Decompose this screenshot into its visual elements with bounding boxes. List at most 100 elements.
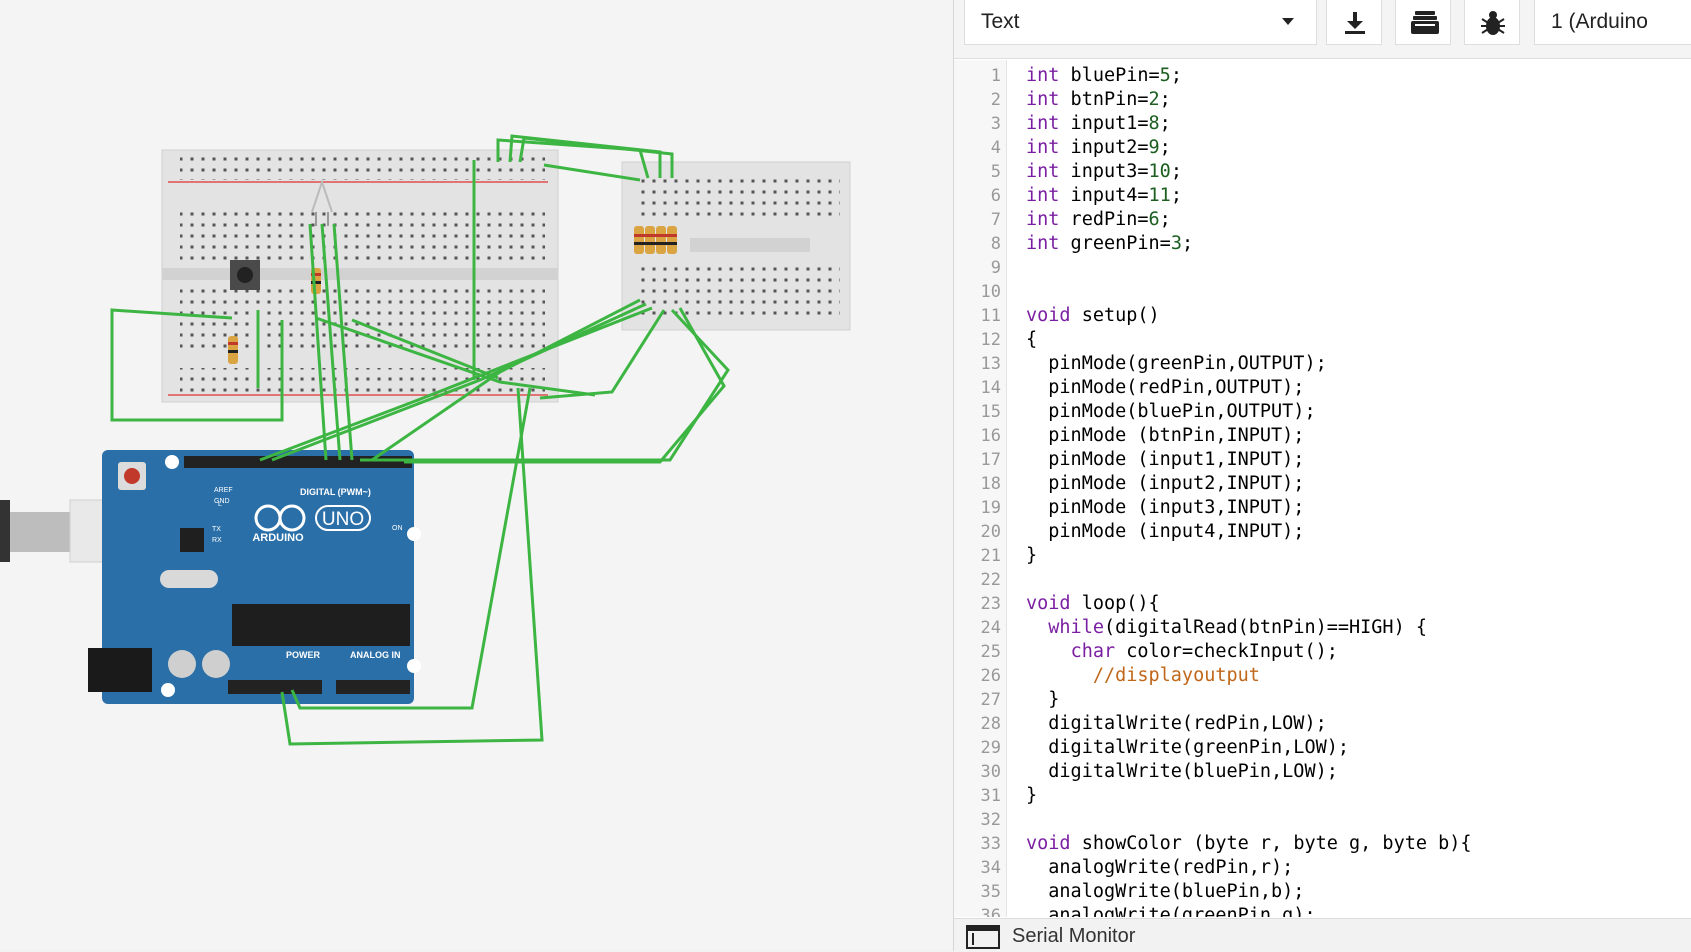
line-number: 8 bbox=[990, 234, 1001, 254]
line-number: 3 bbox=[990, 114, 1001, 134]
resistor[interactable] bbox=[228, 336, 238, 364]
libraries-button[interactable] bbox=[1395, 0, 1451, 45]
line-number: 20 bbox=[980, 522, 1001, 542]
code-text: digitalWrite(redPin,LOW); bbox=[1026, 713, 1327, 734]
circuit-drawing[interactable]: UNO ARDUINO DIGITAL (PWM~) POWER ANALOG … bbox=[0, 0, 953, 951]
code-line[interactable]: 16 pinMode (btnPin,INPUT); bbox=[954, 424, 1691, 448]
code-text: pinMode (btnPin,INPUT); bbox=[1026, 425, 1305, 446]
code-text: int input4=11; bbox=[1026, 185, 1182, 206]
line-number: 6 bbox=[990, 186, 1001, 206]
code-line[interactable]: 2 int btnPin=2; bbox=[954, 88, 1691, 112]
code-line[interactable]: 34 analogWrite(redPin,r); bbox=[954, 856, 1691, 880]
l-led-label: L bbox=[218, 501, 222, 508]
code-line[interactable]: 9 bbox=[954, 256, 1691, 280]
code-line[interactable]: 8 int greenPin=3; bbox=[954, 232, 1691, 256]
code-text: digitalWrite(greenPin,LOW); bbox=[1026, 737, 1350, 758]
code-line[interactable]: 23 void loop(){ bbox=[954, 592, 1691, 616]
code-line[interactable]: 1 int bluePin=5; bbox=[954, 64, 1691, 88]
editor-mode-select[interactable]: Text bbox=[964, 0, 1317, 45]
line-number: 25 bbox=[980, 642, 1001, 662]
code-text: while(digitalRead(btnPin)==HIGH) { bbox=[1048, 617, 1427, 638]
push-button[interactable] bbox=[230, 260, 260, 290]
code-line[interactable]: 29 digitalWrite(greenPin,LOW); bbox=[954, 736, 1691, 760]
serial-monitor-bar[interactable]: Serial Monitor bbox=[954, 918, 1691, 952]
line-number: 34 bbox=[980, 858, 1001, 878]
code-line[interactable]: 35 analogWrite(bluePin,b); bbox=[954, 880, 1691, 904]
debugger-button[interactable] bbox=[1464, 0, 1520, 45]
line-number: 16 bbox=[980, 426, 1001, 446]
code-line[interactable]: 11 void setup() bbox=[954, 304, 1691, 328]
tx-label: TX bbox=[212, 526, 221, 533]
code-line[interactable]: 31} bbox=[954, 784, 1691, 808]
code-line[interactable]: 21} bbox=[954, 544, 1691, 568]
code-line[interactable]: 26 //displayoutput bbox=[954, 664, 1691, 688]
code-text: analogWrite(redPin,r); bbox=[1026, 857, 1294, 878]
device-label: 1 (Arduino bbox=[1551, 10, 1648, 33]
rx-label: RX bbox=[212, 537, 222, 544]
line-number: 27 bbox=[980, 690, 1001, 710]
code-line[interactable]: 5 int input3=10; bbox=[954, 160, 1691, 184]
code-text: pinMode (input1,INPUT); bbox=[1026, 449, 1305, 470]
main-breadboard[interactable] bbox=[161, 149, 559, 403]
libraries-icon bbox=[1411, 11, 1439, 34]
code-line[interactable]: 32 bbox=[954, 808, 1691, 832]
line-number: 9 bbox=[990, 258, 1001, 278]
code-line[interactable]: 22 bbox=[954, 568, 1691, 592]
line-number: 7 bbox=[990, 210, 1001, 230]
code-text: pinMode (input3,INPUT); bbox=[1026, 497, 1305, 518]
code-line[interactable]: 19 pinMode (input3,INPUT); bbox=[954, 496, 1691, 520]
line-number: 13 bbox=[980, 354, 1001, 374]
on-led-label: ON bbox=[392, 525, 403, 532]
code-line[interactable]: 7 int redPin=6; bbox=[954, 208, 1691, 232]
code-line[interactable]: 30 digitalWrite(bluePin,LOW); bbox=[954, 760, 1691, 784]
code-line[interactable]: 33 void showColor (byte r, byte g, byte b… bbox=[954, 832, 1691, 856]
device-select[interactable]: 1 (Arduino bbox=[1534, 0, 1691, 45]
code-text: { bbox=[1026, 329, 1038, 350]
code-toolbar: Text 1 (Arduino bbox=[954, 0, 1691, 59]
code-text: pinMode (input2,INPUT); bbox=[1026, 473, 1305, 494]
code-line[interactable]: 15 pinMode(bluePin,OUTPUT); bbox=[954, 400, 1691, 424]
board-model-label: UNO bbox=[322, 509, 364, 530]
reset-button[interactable] bbox=[124, 468, 140, 484]
circuit-canvas[interactable]: UNO ARDUINO DIGITAL (PWM~) POWER ANALOG … bbox=[0, 0, 953, 951]
code-line[interactable]: 4 int input2=9; bbox=[954, 136, 1691, 160]
code-text: int greenPin=3; bbox=[1026, 233, 1194, 254]
code-line[interactable]: 10 bbox=[954, 280, 1691, 304]
code-line[interactable]: 36 analogWrite(greenPin,g); bbox=[954, 904, 1691, 917]
line-number: 32 bbox=[980, 810, 1001, 830]
aref-label: AREF bbox=[214, 487, 233, 494]
download-icon bbox=[1345, 12, 1365, 34]
line-number: 28 bbox=[980, 714, 1001, 734]
code-line[interactable]: 27 } bbox=[954, 688, 1691, 712]
code-line[interactable]: 6 int input4=11; bbox=[954, 184, 1691, 208]
code-line[interactable]: 28 digitalWrite(redPin,LOW); bbox=[954, 712, 1691, 736]
code-line[interactable]: 25 char color=checkInput(); bbox=[954, 640, 1691, 664]
code-line[interactable]: 13 pinMode(greenPin,OUTPUT); bbox=[954, 352, 1691, 376]
code-editor[interactable]: 1 int bluePin=5; 2 int btnPin=2; 3 int input1… bbox=[954, 60, 1691, 917]
line-number: 1 bbox=[990, 66, 1001, 86]
line-number: 10 bbox=[980, 282, 1001, 302]
code-text: int redPin=6; bbox=[1026, 209, 1171, 230]
code-text: pinMode (input4,INPUT); bbox=[1026, 521, 1305, 542]
download-button[interactable] bbox=[1326, 0, 1382, 45]
line-number: 18 bbox=[980, 474, 1001, 494]
code-line[interactable]: 14 pinMode(redPin,OUTPUT); bbox=[954, 376, 1691, 400]
line-number: 2 bbox=[990, 90, 1001, 110]
line-number: 35 bbox=[980, 882, 1001, 902]
code-text: } bbox=[1026, 689, 1060, 710]
arduino-uno-board[interactable]: UNO ARDUINO DIGITAL (PWM~) POWER ANALOG … bbox=[88, 450, 421, 704]
serial-monitor-label: Serial Monitor bbox=[1012, 925, 1136, 947]
code-text: analogWrite(greenPin,g); bbox=[1026, 905, 1316, 917]
code-panel: Text 1 (Arduino 1 int bluePin=5; 2 int b… bbox=[953, 0, 1691, 952]
line-number: 26 bbox=[980, 666, 1001, 686]
line-number: 15 bbox=[980, 402, 1001, 422]
line-number: 12 bbox=[980, 330, 1001, 350]
chevron-down-icon bbox=[1282, 18, 1294, 25]
code-line[interactable]: 20 pinMode (input4,INPUT); bbox=[954, 520, 1691, 544]
code-line[interactable]: 3 int input1=8; bbox=[954, 112, 1691, 136]
code-line[interactable]: 17 pinMode (input1,INPUT); bbox=[954, 448, 1691, 472]
line-number: 21 bbox=[980, 546, 1001, 566]
code-line[interactable]: 24 while(digitalRead(btnPin)==HIGH) { bbox=[954, 616, 1691, 640]
code-line[interactable]: 12 { bbox=[954, 328, 1691, 352]
code-line[interactable]: 18 pinMode (input2,INPUT); bbox=[954, 472, 1691, 496]
